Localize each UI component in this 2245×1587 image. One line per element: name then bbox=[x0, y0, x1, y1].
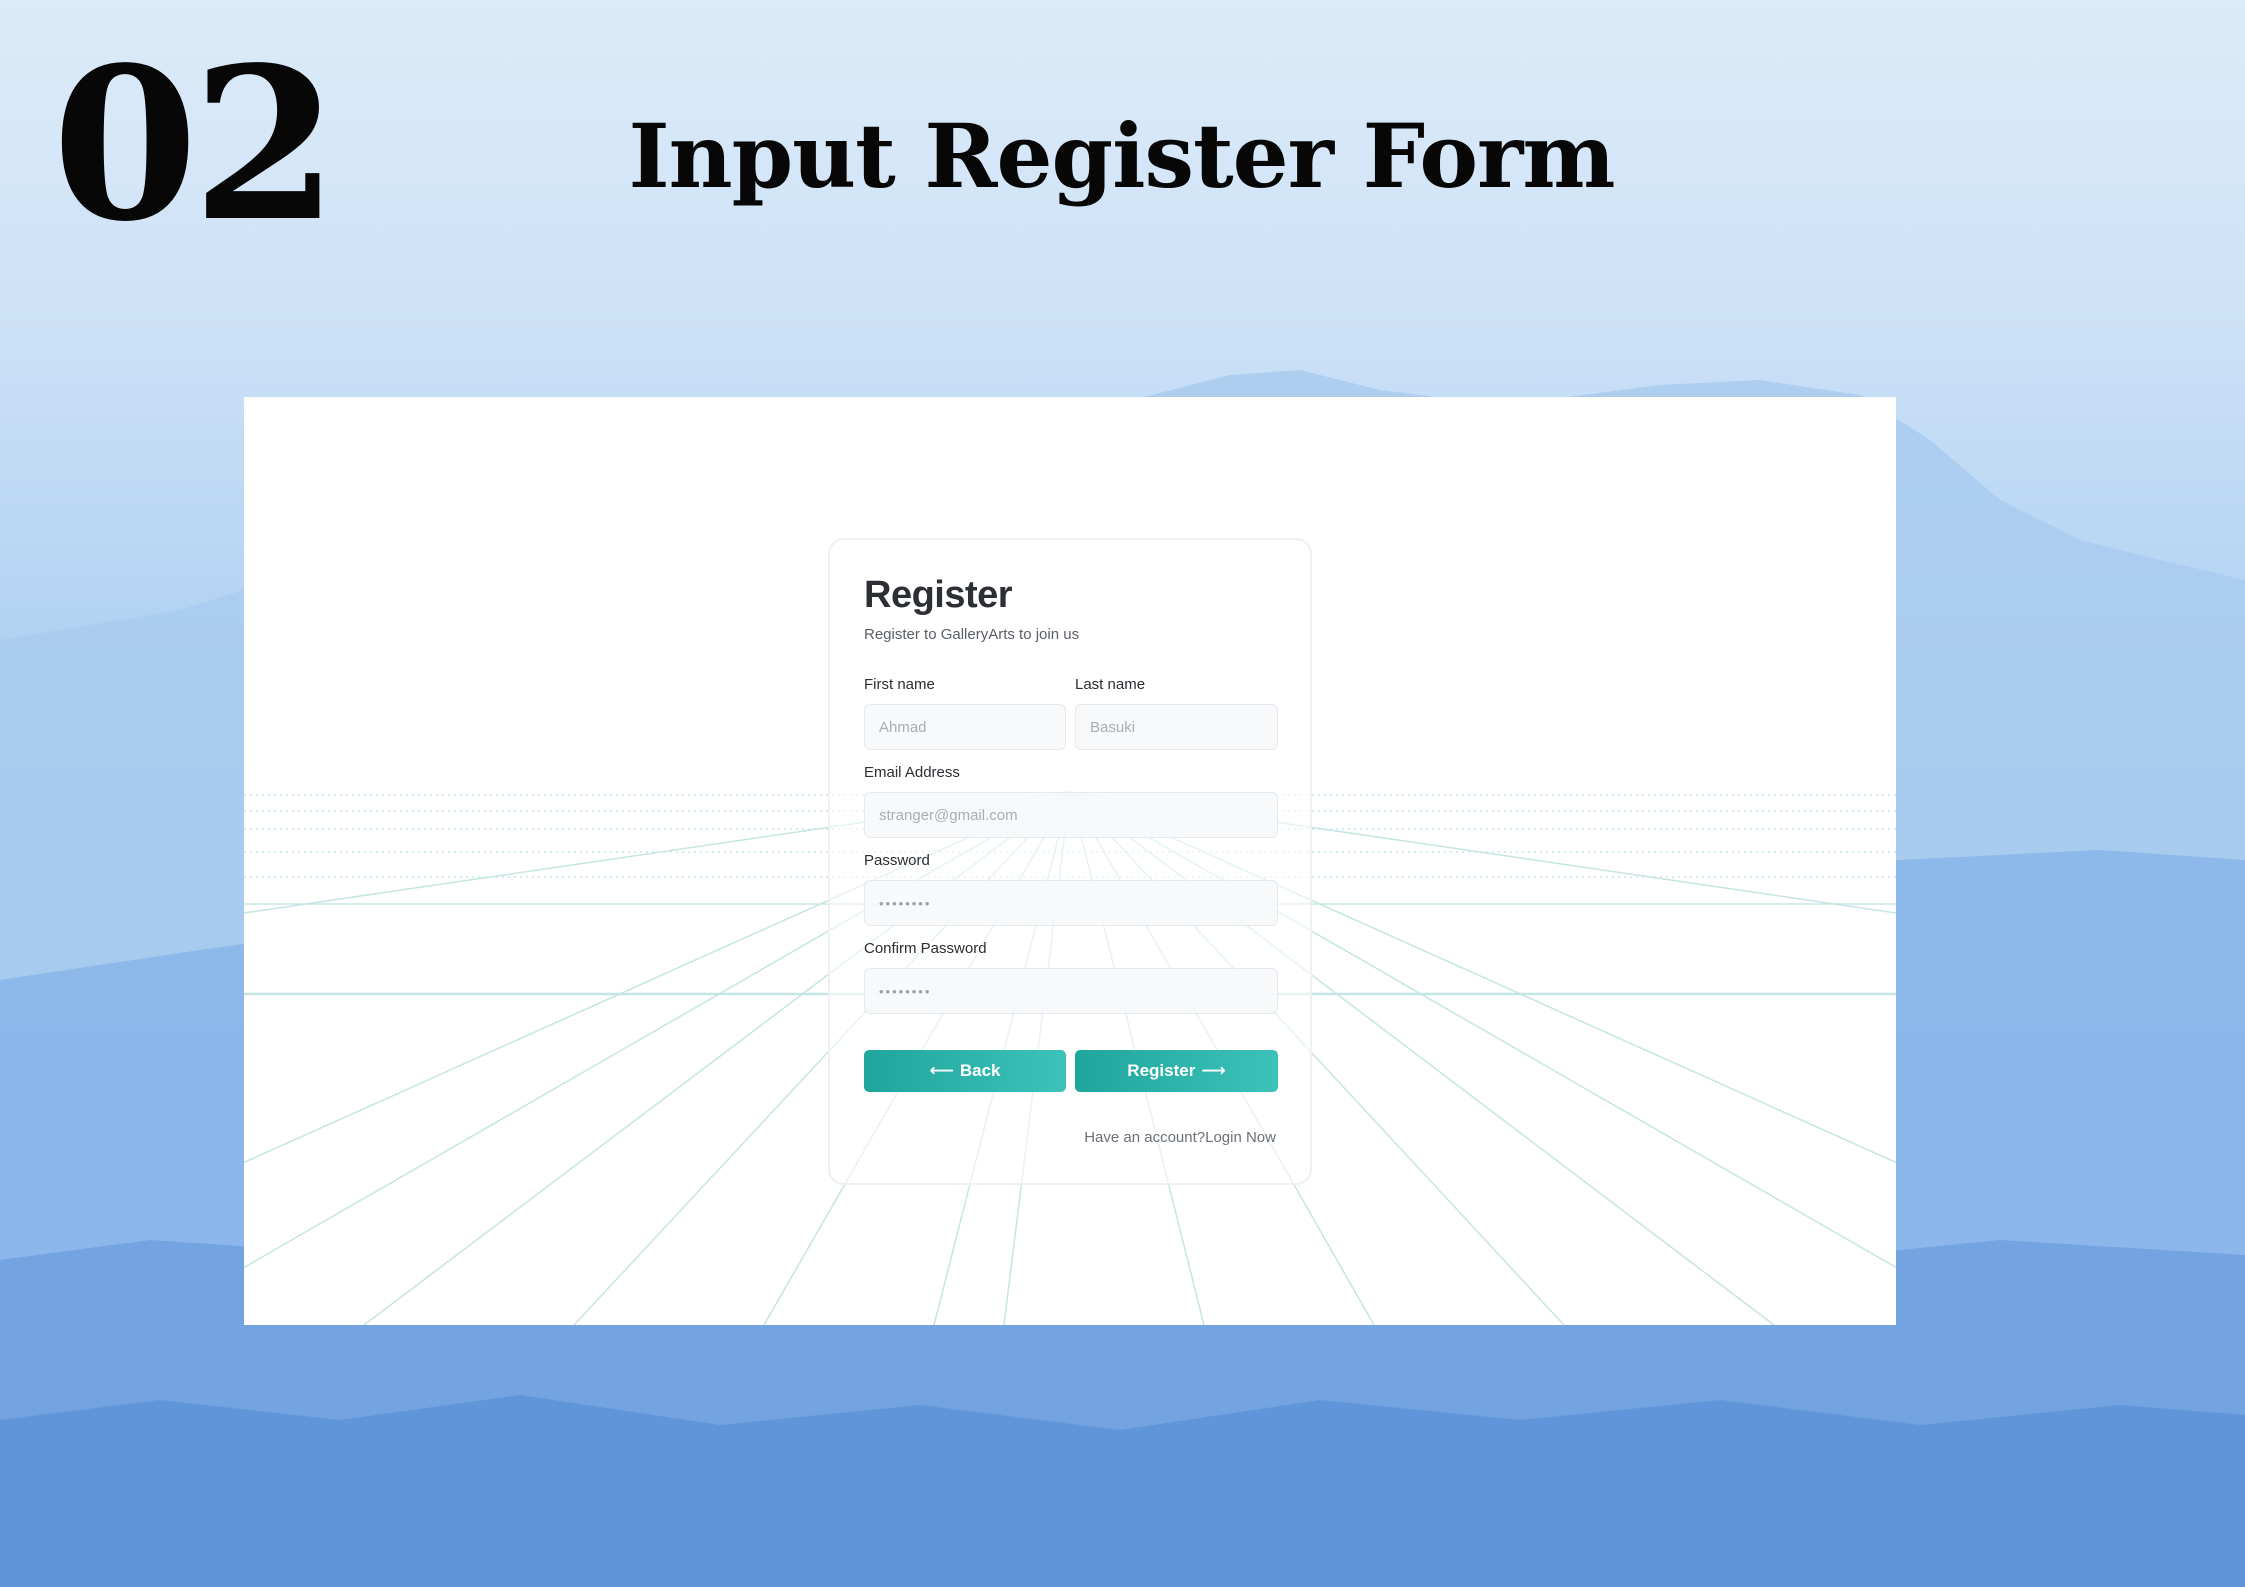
register-button[interactable]: Register ⟶ bbox=[1075, 1050, 1278, 1092]
register-card: Register Register to GalleryArts to join… bbox=[828, 538, 1312, 1185]
back-button-label: Back bbox=[959, 1061, 1001, 1080]
register-title: Register bbox=[864, 574, 1013, 616]
last-name-placeholder: Basuki bbox=[1090, 718, 1136, 736]
arrow-right-icon: ⟶ bbox=[1201, 1061, 1226, 1080]
last-name-input[interactable]: Basuki bbox=[1075, 704, 1278, 750]
arrow-left-icon: ⟵ bbox=[929, 1061, 954, 1080]
last-name-label: Last name bbox=[1075, 676, 1146, 693]
login-now-link[interactable]: Login Now bbox=[1205, 1129, 1276, 1146]
email-input[interactable]: stranger@gmail.com bbox=[864, 792, 1278, 838]
back-button[interactable]: ⟵ Back bbox=[864, 1050, 1066, 1092]
email-placeholder: stranger@gmail.com bbox=[879, 806, 1018, 824]
app-screenshot: Register Register to GalleryArts to join… bbox=[244, 397, 1896, 1325]
confirm-password-label: Confirm Password bbox=[864, 940, 987, 957]
password-value: •••••••• bbox=[879, 895, 932, 911]
slide-title-wrapper: Input Register Form bbox=[0, 112, 2245, 200]
password-label: Password bbox=[864, 852, 930, 869]
slide-title: Input Register Form bbox=[628, 104, 1615, 208]
register-subtitle: Register to GalleryArts to join us bbox=[864, 626, 1080, 643]
first-name-label: First name bbox=[864, 676, 935, 693]
confirm-password-value: •••••••• bbox=[879, 983, 932, 999]
login-prompt-text: Have an account? bbox=[1084, 1129, 1206, 1146]
confirm-password-input[interactable]: •••••••• bbox=[864, 968, 1278, 1014]
first-name-input[interactable]: Ahmad bbox=[864, 704, 1066, 750]
login-prompt: Have an account?Login Now bbox=[1084, 1129, 1276, 1146]
password-input[interactable]: •••••••• bbox=[864, 880, 1278, 926]
first-name-placeholder: Ahmad bbox=[879, 718, 927, 736]
register-button-label: Register bbox=[1127, 1061, 1196, 1080]
email-label: Email Address bbox=[864, 764, 960, 781]
